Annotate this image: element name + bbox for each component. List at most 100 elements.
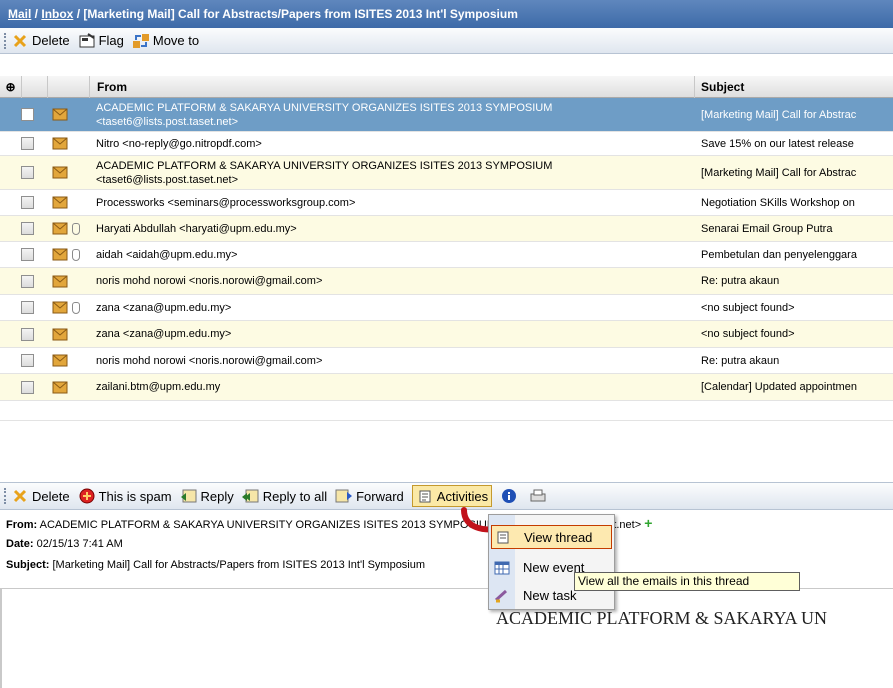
- row-checkbox[interactable]: [21, 248, 34, 261]
- move-to-button[interactable]: Move to: [132, 32, 199, 50]
- message-row[interactable]: zana <zana@upm.edu.my> <no subject found>: [0, 295, 893, 321]
- new-task-icon: [491, 588, 513, 603]
- message-from: ACADEMIC PLATFORM & SAKARYA UNIVERSITY O…: [96, 159, 553, 172]
- row-checkbox[interactable]: [21, 301, 34, 314]
- info-icon: [500, 487, 518, 505]
- message-row[interactable]: zailani.btm@upm.edu.my [Calendar] Updated…: [0, 374, 893, 401]
- info-button[interactable]: [500, 487, 521, 505]
- message-from: zailani.btm@upm.edu.my: [96, 381, 221, 393]
- menu-item-view-thread[interactable]: View thread: [491, 525, 612, 549]
- preview-subject-value: [Marketing Mail] Call for Abstracts/Pape…: [52, 559, 426, 571]
- add-contact-plus-icon[interactable]: +: [644, 515, 652, 531]
- row-checkbox[interactable]: [21, 380, 34, 394]
- message-body: [0, 588, 893, 688]
- attachment-paperclip-icon: [72, 248, 80, 261]
- envelope-icon: [52, 328, 68, 340]
- message-row[interactable]: Processworks <seminars@processworksgroup…: [0, 190, 893, 216]
- attachment-paperclip-icon: [72, 301, 80, 314]
- flag-icon: [78, 32, 96, 50]
- toolbar-grip[interactable]: [4, 488, 7, 504]
- column-header-subject[interactable]: Subject: [695, 76, 893, 98]
- message-row[interactable]: ACADEMIC PLATFORM & SAKARYA UNIVERSITY O…: [0, 156, 893, 190]
- message-row-partial[interactable]: [0, 401, 893, 421]
- spam-button-label: This is spam: [98, 488, 172, 504]
- message-row[interactable]: Haryati Abdullah <haryati@upm.edu.my> Sen…: [0, 216, 893, 242]
- spam-icon: [78, 487, 96, 505]
- reply-all-button[interactable]: Reply to all: [241, 487, 328, 505]
- message-list-toolbar: Delete Flag Move to: [0, 28, 893, 54]
- row-checkbox[interactable]: [21, 274, 34, 288]
- delete-x-icon: [11, 487, 29, 505]
- delete-message-button[interactable]: Delete: [11, 487, 70, 505]
- preview-from-line: From: ACADEMIC PLATFORM & SAKARYA UNIVER…: [6, 513, 893, 534]
- breadcrumb-separator: /: [73, 7, 84, 21]
- print-button[interactable]: [529, 487, 550, 505]
- preview-date-label: Date:: [6, 538, 34, 550]
- print-icon: [529, 487, 547, 505]
- message-subject: Save 15% on our latest release: [701, 137, 854, 150]
- spam-button[interactable]: This is spam: [78, 487, 172, 505]
- message-subject: Pembetulan dan penyelenggara: [701, 248, 857, 261]
- row-checkbox[interactable]: [21, 327, 34, 341]
- row-checkbox[interactable]: [21, 354, 34, 367]
- envelope-icon: [52, 381, 68, 393]
- preview-date-line: Date: 02/15/13 7:41 AM: [6, 534, 893, 555]
- preview-subject-label: Subject:: [6, 559, 50, 571]
- message-subject: Re: putra akaun: [701, 354, 780, 367]
- message-subject: Senarai Email Group Putra: [701, 222, 833, 235]
- message-from: noris mohd norowi <noris.norowi@gmail.co…: [96, 354, 323, 367]
- column-header-from[interactable]: From: [90, 76, 695, 98]
- select-all-icon[interactable]: ⊕: [0, 76, 22, 98]
- reply-all-button-label: Reply to all: [262, 488, 328, 504]
- message-list-header: ⊕ From Subject: [0, 76, 893, 98]
- message-row[interactable]: Nitro <no-reply@go.nitropdf.com> Save 15%…: [0, 132, 893, 156]
- move-to-button-label: Move to: [152, 33, 200, 48]
- message-subject: [Marketing Mail] Call for Abstrac: [701, 108, 857, 121]
- column-header-icons: [48, 76, 90, 98]
- message-from: zana <zana@upm.edu.my>: [96, 301, 232, 314]
- row-checkbox[interactable]: [21, 108, 34, 121]
- envelope-icon: [52, 354, 68, 367]
- flag-button-label: Flag: [98, 33, 124, 48]
- activities-menu: View thread New event New task: [488, 514, 615, 610]
- column-header-checkbox: [22, 76, 48, 98]
- message-subject: [Marketing Mail] Call for Abstrac: [701, 166, 857, 179]
- envelope-icon: [52, 222, 68, 235]
- forward-button[interactable]: Forward: [335, 487, 404, 505]
- flag-button[interactable]: Flag: [78, 32, 124, 50]
- message-subject: [Calendar] Updated appointmen: [701, 381, 857, 393]
- breadcrumb: Mail / Inbox / [Marketing Mail] Call for…: [0, 0, 893, 28]
- message-view-toolbar: Delete This is spam Reply Reply to all F…: [0, 482, 893, 510]
- menu-item-view-thread-label: View thread: [524, 529, 593, 545]
- row-checkbox[interactable]: [21, 222, 34, 235]
- envelope-icon: [52, 196, 68, 209]
- message-row[interactable]: ACADEMIC PLATFORM & SAKARYA UNIVERSITY O…: [0, 98, 893, 132]
- delete-button[interactable]: Delete: [11, 32, 70, 50]
- message-row[interactable]: aidah <aidah@upm.edu.my> Pembetulan dan p…: [0, 242, 893, 268]
- breadcrumb-mail-link[interactable]: Mail: [8, 7, 31, 21]
- message-row[interactable]: noris mohd norowi <noris.norowi@gmail.co…: [0, 268, 893, 295]
- envelope-icon: [52, 275, 68, 287]
- row-checkbox[interactable]: [21, 166, 34, 179]
- view-thread-tooltip: View all the emails in this thread: [574, 572, 800, 591]
- breadcrumb-inbox-link[interactable]: Inbox: [41, 7, 73, 21]
- delete-button-label: Delete: [32, 33, 70, 48]
- toolbar-grip[interactable]: [4, 32, 7, 49]
- message-list: ⊕ From Subject ACADEMIC PLATFORM & SAKAR…: [0, 76, 893, 464]
- delete-x-icon: [11, 32, 29, 50]
- row-checkbox[interactable]: [21, 137, 34, 150]
- reply-button[interactable]: Reply: [180, 487, 234, 505]
- message-row[interactable]: zana <zana@upm.edu.my> <no subject found>: [0, 321, 893, 348]
- message-row[interactable]: noris mohd norowi <noris.norowi@gmail.co…: [0, 348, 893, 374]
- view-thread-icon: [492, 530, 514, 544]
- message-subject: Re: putra akaun: [701, 275, 780, 287]
- row-checkbox[interactable]: [21, 196, 34, 209]
- attachment-paperclip-icon: [72, 222, 80, 235]
- forward-button-label: Forward: [356, 488, 404, 504]
- envelope-icon: [52, 248, 68, 261]
- envelope-icon: [52, 166, 68, 179]
- preview-from-label: From:: [6, 519, 38, 531]
- breadcrumb-current-subject: [Marketing Mail] Call for Abstracts/Pape…: [83, 7, 518, 21]
- message-from: noris mohd norowi <noris.norowi@gmail.co…: [96, 275, 323, 287]
- message-from-email: <taset6@lists.post.taset.net>: [96, 173, 239, 186]
